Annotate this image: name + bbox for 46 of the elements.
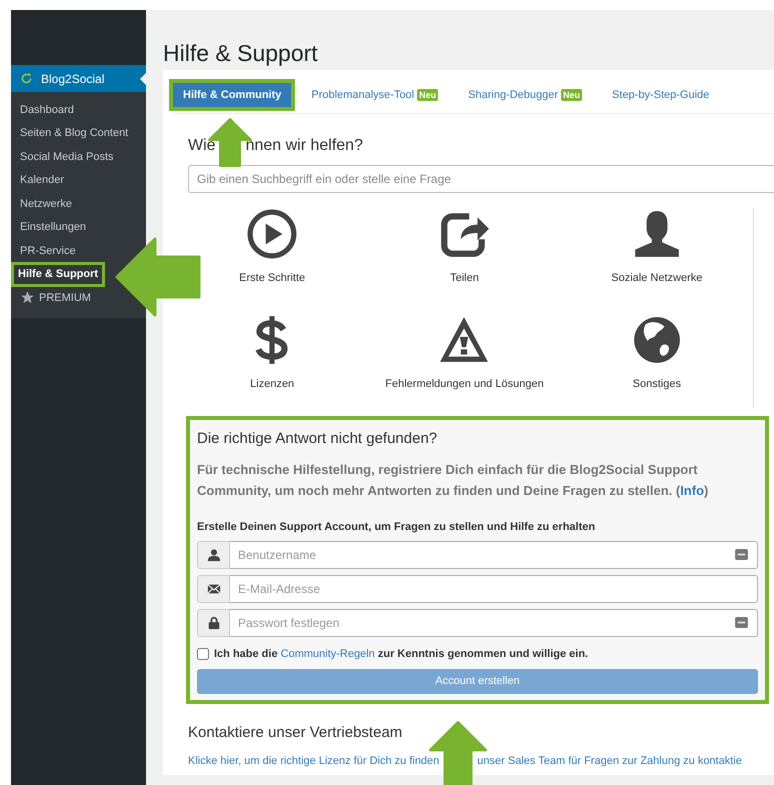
category-link[interactable]: Lizenzen xyxy=(250,376,294,392)
panel-description: Für technische Hilfestellung, registriere Dich einfach für die Blog2Social Support Community, um noch mehr Antworten zu finden und Deine Fragen zu stellen. (Info) xyxy=(197,460,710,500)
input-field[interactable]: E-Mail-Adresse xyxy=(230,575,758,603)
lock-icon xyxy=(206,616,220,630)
page-title: Hilfe & Support xyxy=(163,39,319,68)
form-label: Erstelle Deinen Support Account, um Fragen zu stellen und Hilfe zu erhalten xyxy=(197,520,596,534)
rules-link[interactable]: Community-Regeln xyxy=(280,648,375,660)
category-link[interactable]: Sonstiges xyxy=(632,376,681,392)
new-badge: Neu xyxy=(417,89,438,101)
consent-checkbox[interactable] xyxy=(197,648,209,660)
sidebar-item[interactable]: Netzwerke xyxy=(17,194,75,213)
sidebar-item[interactable]: PR-Service xyxy=(17,242,79,260)
section-heading: Kontaktiere unser Vertriebsteam xyxy=(188,722,404,742)
tab[interactable]: Sharing-Debugger Neu xyxy=(458,83,592,107)
active-pointer xyxy=(140,73,146,85)
sidebar-item[interactable]: Seiten & Blog Content xyxy=(17,124,132,142)
sidebar-item[interactable]: PREMIUM xyxy=(17,288,94,307)
heading-text: Wie xyxy=(188,136,216,156)
input-field[interactable]: Passwort festlegen xyxy=(230,609,758,637)
category-link[interactable]: Erste Schritte xyxy=(239,270,306,286)
consent-text: Ich habe die Community-Regeln zur Kenntnis genommen und willige ein. xyxy=(214,647,588,662)
sales-link[interactable]: Klicke hier, um die richtige Lizenz für Dich zu finden xyxy=(188,753,440,770)
person-icon xyxy=(206,548,220,562)
panel-title: Die richtige Antwort nicht gefunden? xyxy=(197,429,438,449)
tab[interactable]: Step-by-Step-Guide xyxy=(602,83,720,107)
heading-text: nnen wir helfen? xyxy=(246,136,363,156)
play-icon xyxy=(246,208,298,260)
category-link[interactable]: Fehlermeldungen und Lösungen xyxy=(385,376,544,392)
sidebar-item[interactable]: Social Media Posts xyxy=(17,148,117,166)
refresh-icon xyxy=(20,72,33,85)
search-field[interactable]: Gib einen Suchbegriff ein oder stelle eine Frage xyxy=(188,165,774,193)
category-link[interactable]: Soziale Netzwerke xyxy=(611,270,702,286)
envelope-icon xyxy=(206,582,220,596)
plugin-menu-item[interactable]: Blog2Social xyxy=(11,65,146,92)
sidebar-item[interactable]: Einstellungen xyxy=(17,218,90,236)
sidebar-item[interactable]: Hilfe & Support xyxy=(14,265,102,284)
tab[interactable]: Hilfe & Community xyxy=(173,83,292,107)
new-badge: Neu xyxy=(561,89,582,101)
sales-link[interactable]: unser Sales Team für Fragen zur Zahlung zu kontaktie xyxy=(477,753,742,770)
input-field[interactable]: Benutzername xyxy=(230,541,758,569)
sidebar-item[interactable]: Dashboard xyxy=(17,100,77,119)
info-link[interactable]: Info xyxy=(680,482,704,498)
tab[interactable]: Problemanalyse-Tool Neu xyxy=(301,83,448,107)
sidebar-item[interactable]: Kalender xyxy=(17,171,68,190)
category-link[interactable]: Teilen xyxy=(450,270,479,286)
star-icon xyxy=(20,290,35,306)
